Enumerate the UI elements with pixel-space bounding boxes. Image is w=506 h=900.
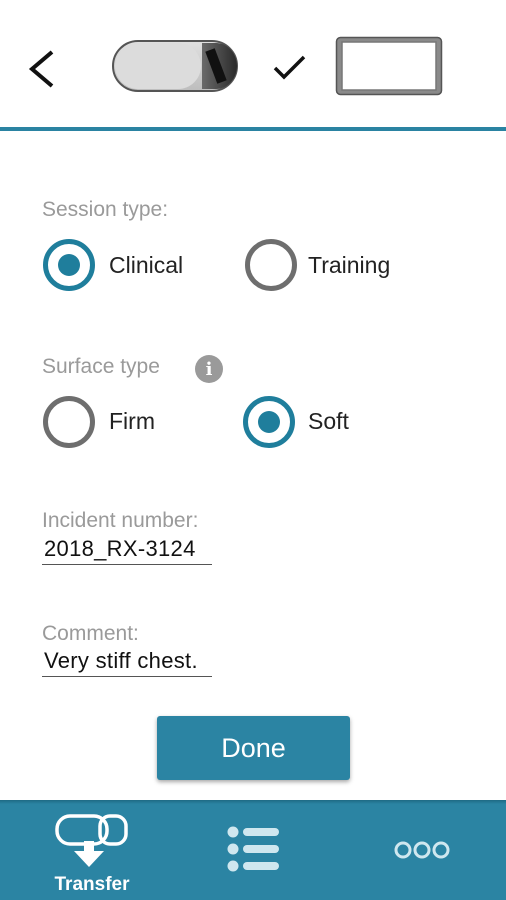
session-type-label: Session type: (42, 198, 169, 221)
transfer-icon (55, 814, 128, 867)
radio-label-firm[interactable]: Firm (109, 408, 155, 435)
nav-transfer-label: Transfer (54, 874, 130, 895)
radio-label-soft[interactable]: Soft (308, 408, 349, 435)
surface-type-label: Surface type (42, 355, 160, 378)
radio-selected-icon (243, 396, 295, 448)
toggle-icon (112, 40, 238, 92)
radio-label-training[interactable]: Training (308, 252, 390, 279)
bottom-nav-shadow (0, 800, 506, 804)
check-icon (273, 55, 306, 80)
chevron-left-icon (28, 50, 54, 88)
radio-clinical[interactable] (41, 237, 97, 293)
header-divider (0, 127, 506, 131)
done-button[interactable]: Done (157, 716, 350, 780)
back-button[interactable] (18, 38, 74, 100)
frame-button[interactable] (335, 36, 443, 96)
list-icon (227, 826, 279, 872)
more-icon (394, 841, 450, 859)
radio-soft[interactable] (241, 394, 297, 450)
incident-number-label: Incident number: (42, 509, 199, 532)
confirm-check-button[interactable] (268, 46, 310, 88)
info-icon[interactable]: i (195, 355, 223, 383)
radio-firm[interactable] (41, 394, 97, 450)
radio-unselected-icon (245, 239, 297, 291)
comment-field[interactable]: Very stiff chest. (42, 648, 212, 677)
radio-training[interactable] (243, 237, 299, 293)
radio-selected-icon (43, 239, 95, 291)
radio-unselected-icon (43, 396, 95, 448)
nav-more[interactable] (390, 830, 454, 870)
comment-label: Comment: (42, 622, 139, 645)
top-header (0, 0, 506, 128)
radio-label-clinical[interactable]: Clinical (109, 252, 183, 279)
nav-list[interactable] (220, 822, 284, 878)
toggle-switch[interactable] (112, 40, 238, 92)
frame-icon (335, 36, 443, 96)
nav-transfer[interactable]: Transfer (40, 808, 144, 896)
incident-number-field[interactable]: 2018_RX-3124 (42, 536, 212, 565)
